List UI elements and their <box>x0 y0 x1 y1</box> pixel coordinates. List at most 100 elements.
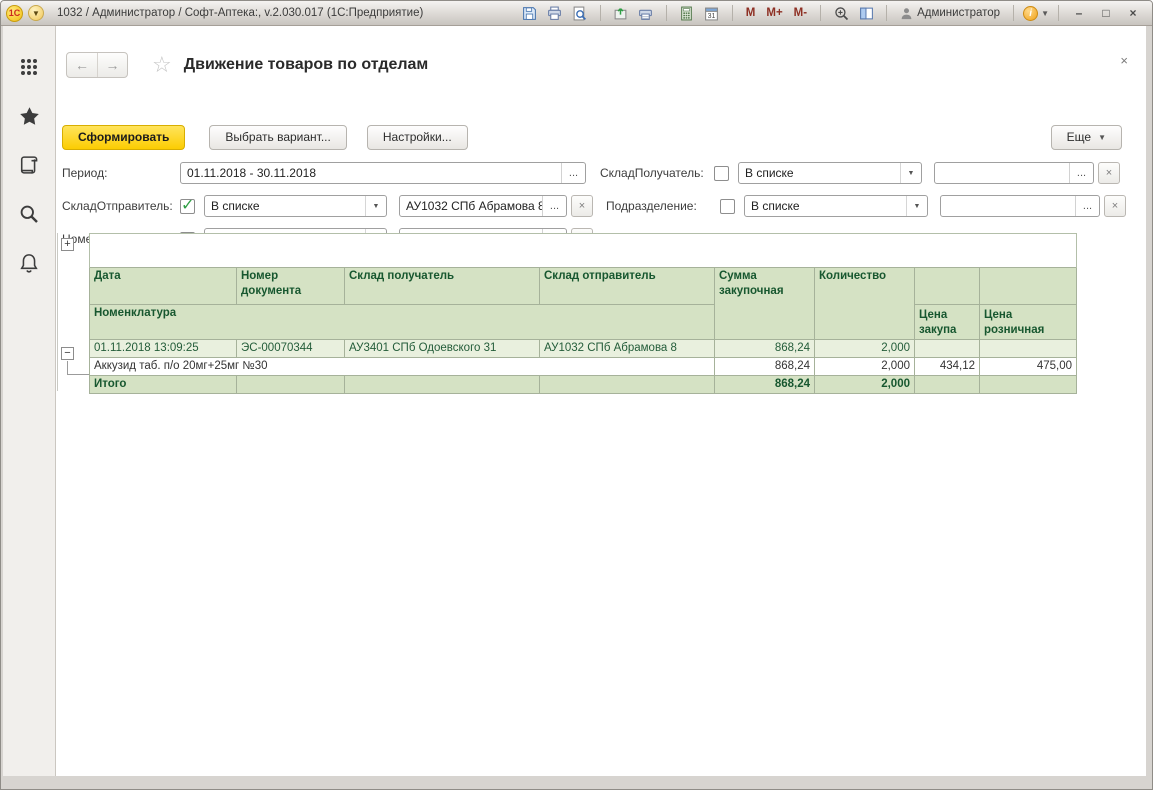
chevron-down-icon: ▼ <box>1098 133 1106 142</box>
col-header-sender[interactable]: Склад отправитель <box>540 268 715 305</box>
detail-nomenclature-cell[interactable]: Аккузид таб. п/о 20мг+25мг №30 <box>90 358 715 376</box>
titlebar-separator <box>1013 5 1014 21</box>
group-sender-cell[interactable]: АУ1032 СПб Абрамова 8 <box>540 340 715 358</box>
col-header-date[interactable]: Дата <box>90 268 237 305</box>
1c-logo-icon[interactable]: 1С <box>6 5 23 22</box>
memory-m-plus-button[interactable]: M+ <box>762 7 786 19</box>
group-purchase-sum-cell[interactable]: 868,24 <box>715 340 815 358</box>
chevron-down-icon[interactable]: ▼ <box>365 196 386 216</box>
close-window-button[interactable]: × <box>1122 4 1144 22</box>
info-icon[interactable]: i <box>1023 6 1038 21</box>
main-menu-dropdown-icon[interactable]: ▼ <box>28 5 44 21</box>
sender-warehouse-clear-button[interactable]: × <box>571 195 593 217</box>
receiver-warehouse-field[interactable]: ... <box>934 162 1094 184</box>
receiver-warehouse-condition-value: В списке <box>739 163 900 183</box>
receiver-warehouse-condition-select[interactable]: В списке ▼ <box>738 162 922 184</box>
col-header-quantity[interactable]: Количество <box>815 268 915 340</box>
favorite-star-icon[interactable]: ☆ <box>152 55 172 75</box>
maximize-button[interactable]: □ <box>1095 4 1117 22</box>
memory-m-button[interactable]: M <box>742 7 760 19</box>
table-header-row-2: Номенклатура Цена закупа Цена розничная <box>90 305 1077 340</box>
period-picker-button[interactable]: ... <box>561 163 585 183</box>
notifications-bell-icon[interactable] <box>18 252 40 274</box>
department-checkbox[interactable] <box>720 199 735 214</box>
command-bar: Сформировать Выбрать вариант... Настройк… <box>62 124 1122 150</box>
print-settings-icon[interactable] <box>635 4 657 23</box>
detail-purchase-price-cell[interactable]: 434,12 <box>915 358 980 376</box>
receiver-warehouse-clear-button[interactable]: × <box>1098 162 1120 184</box>
page-title: Движение товаров по отделам <box>184 56 429 74</box>
minimize-button[interactable]: – <box>1068 4 1090 22</box>
department-field[interactable]: ... <box>940 195 1100 217</box>
col-header-retail-price[interactable]: Цена розничная <box>980 305 1077 340</box>
total-row[interactable]: Итого 868,24 2,000 <box>90 376 1077 394</box>
chevron-down-icon[interactable]: ▼ <box>900 163 921 183</box>
total-empty-cell <box>237 376 345 394</box>
zoom-icon[interactable] <box>830 4 852 23</box>
group-receiver-cell[interactable]: АУ3401 СПб Одоевского 31 <box>345 340 540 358</box>
receiver-warehouse-checkbox[interactable] <box>714 166 729 181</box>
select-variant-button[interactable]: Выбрать вариант... <box>209 125 346 150</box>
department-label: Подразделение: <box>606 199 720 213</box>
chevron-down-icon[interactable]: ▼ <box>906 196 927 216</box>
checkmark-icon: ✓ <box>181 195 194 215</box>
print-icon[interactable] <box>544 4 566 23</box>
collapse-group-button[interactable]: − <box>61 347 74 360</box>
calculator-icon[interactable] <box>676 4 698 23</box>
back-button[interactable]: ← <box>67 53 97 77</box>
filter-row-period: Период: 01.11.2018 - 30.11.2018 ... Скла… <box>62 162 1120 184</box>
save-icon[interactable] <box>519 4 541 23</box>
app-window: 1С ▼ 1032 / Администратор / Софт-Аптека:… <box>0 0 1153 790</box>
navigation-buttons: ← → <box>66 52 128 78</box>
department-value[interactable] <box>941 196 1075 216</box>
expand-all-button[interactable]: + <box>61 238 74 251</box>
period-field[interactable]: 01.11.2018 - 30.11.2018 ... <box>180 162 586 184</box>
send-document-icon[interactable] <box>610 4 632 23</box>
group-doc-number-cell[interactable]: ЭС-00070344 <box>237 340 345 358</box>
group-date-cell[interactable]: 01.11.2018 13:09:25 <box>90 340 237 358</box>
col-header-nomenclature[interactable]: Номенклатура <box>90 305 715 340</box>
group-row[interactable]: 01.11.2018 13:09:25 ЭС-00070344 АУ3401 С… <box>90 340 1077 358</box>
split-window-icon[interactable] <box>855 4 877 23</box>
calendar-icon[interactable]: 31 <box>701 4 723 23</box>
sender-warehouse-condition-select[interactable]: В списке ▼ <box>204 195 387 217</box>
col-header-purchase-price[interactable]: Цена закупа <box>915 305 980 340</box>
info-dropdown-icon[interactable]: ▼ <box>1041 9 1049 18</box>
memory-m-minus-button[interactable]: M- <box>790 7 811 19</box>
detail-retail-price-cell[interactable]: 475,00 <box>980 358 1077 376</box>
print-preview-icon[interactable] <box>569 4 591 23</box>
department-clear-button[interactable]: × <box>1104 195 1126 217</box>
group-quantity-cell[interactable]: 2,000 <box>815 340 915 358</box>
period-label: Период: <box>62 166 180 180</box>
history-icon[interactable] <box>18 154 40 176</box>
search-icon[interactable] <box>18 203 40 225</box>
sender-warehouse-value[interactable]: АУ1032 СПб Абрамова 8 <box>400 196 542 216</box>
titlebar-separator <box>1058 5 1059 21</box>
sender-warehouse-field[interactable]: АУ1032 СПб Абрамова 8 ... <box>399 195 567 217</box>
detail-row[interactable]: Аккузид таб. п/о 20мг+25мг №30 868,24 2,… <box>90 358 1077 376</box>
total-empty-cell <box>540 376 715 394</box>
detail-quantity-cell[interactable]: 2,000 <box>815 358 915 376</box>
department-condition-select[interactable]: В списке ▼ <box>744 195 928 217</box>
close-form-icon[interactable]: × <box>1120 53 1128 68</box>
titlebar-separator <box>666 5 667 21</box>
current-user-button[interactable]: Администратор <box>896 7 1004 20</box>
favorites-icon[interactable] <box>18 105 40 127</box>
more-button[interactable]: Еще ▼ <box>1051 125 1122 150</box>
sender-warehouse-picker-button[interactable]: ... <box>542 196 566 216</box>
department-picker-button[interactable]: ... <box>1075 196 1099 216</box>
forward-button[interactable]: → <box>97 53 127 77</box>
col-header-receiver[interactable]: Склад получатель <box>345 268 540 305</box>
sender-warehouse-checkbox[interactable]: ✓ <box>180 199 195 214</box>
receiver-warehouse-picker-button[interactable]: ... <box>1069 163 1093 183</box>
detail-purchase-sum-cell[interactable]: 868,24 <box>715 358 815 376</box>
receiver-warehouse-value[interactable] <box>935 163 1069 183</box>
generate-button[interactable]: Сформировать <box>62 125 185 150</box>
window-title: 1032 / Администратор / Софт-Аптека:, v.2… <box>57 7 423 19</box>
col-header-doc-number[interactable]: Номер документа <box>237 268 345 305</box>
sections-menu-icon[interactable] <box>18 56 40 78</box>
settings-button[interactable]: Настройки... <box>367 125 468 150</box>
period-value[interactable]: 01.11.2018 - 30.11.2018 <box>181 163 561 183</box>
titlebar-separator <box>820 5 821 21</box>
col-header-purchase-sum[interactable]: Сумма закупочная <box>715 268 815 340</box>
